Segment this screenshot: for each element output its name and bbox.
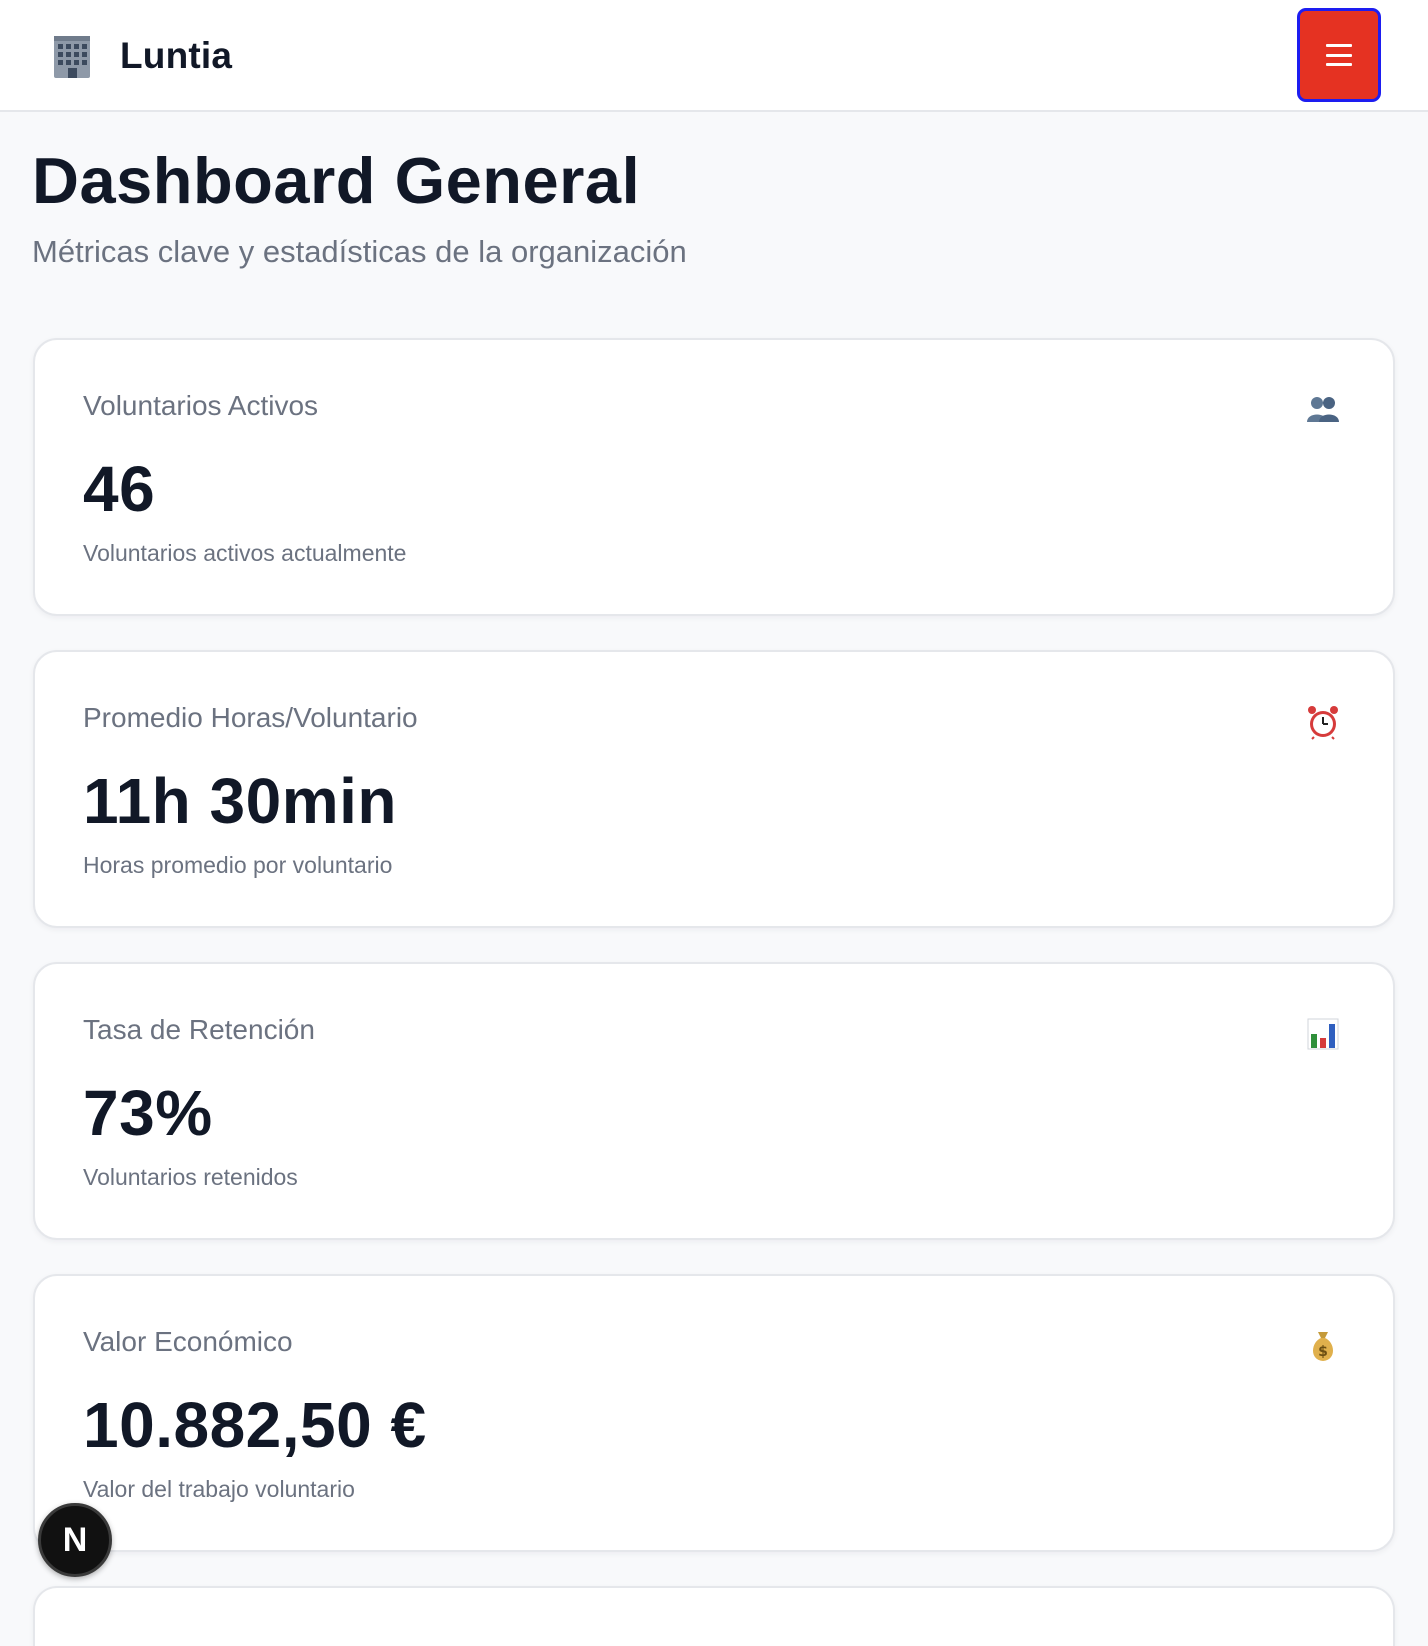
alarm-clock-icon <box>1308 706 1338 740</box>
menu-toggle-button[interactable] <box>1297 8 1381 102</box>
stat-card-partial <box>33 1586 1395 1646</box>
stat-card-economic-value: Valor Económico $ 10.882,50 € Valor del … <box>33 1274 1395 1552</box>
brand[interactable]: Luntia <box>48 30 232 82</box>
stat-card-label: Voluntarios Activos <box>83 390 319 421</box>
stat-card-label: Valor Económico <box>83 1326 293 1357</box>
stat-card-value: 11h 30min <box>83 765 397 837</box>
stat-card-value: 10.882,50 € <box>83 1389 427 1461</box>
hamburger-menu-icon <box>1326 44 1352 66</box>
nextjs-dev-badge[interactable]: N <box>38 1503 112 1577</box>
stat-card-label: Tasa de Retención <box>83 1014 315 1045</box>
money-bag-icon: $ <box>1313 1332 1333 1361</box>
stat-card-description: Voluntarios retenidos <box>83 1164 298 1190</box>
page-subtitle: Métricas clave y estadísticas de la orga… <box>32 234 687 269</box>
stat-card-label: Promedio Horas/Voluntario <box>83 702 418 733</box>
stat-card-active-volunteers: Voluntarios Activos 46 Voluntarios activ… <box>33 338 1395 616</box>
bar-chart-icon <box>1307 1018 1339 1050</box>
stat-card-value: 73% <box>83 1077 213 1149</box>
svg-text:$: $ <box>1318 1344 1328 1360</box>
stat-card-description: Horas promedio por voluntario <box>83 852 393 878</box>
brand-name: Luntia <box>120 35 233 76</box>
stat-card-description: Valor del trabajo voluntario <box>83 1476 355 1502</box>
stat-card-description: Voluntarios activos actualmente <box>83 540 407 566</box>
page-title: Dashboard General <box>32 144 641 217</box>
stat-card-retention-rate: Tasa de Retención 73% Voluntarios reteni… <box>33 962 1395 1240</box>
stat-card-avg-hours: Promedio Horas/Voluntario 11h 30min Hora… <box>33 650 1395 928</box>
top-navbar: Luntia <box>0 0 1428 112</box>
stat-card-value: 46 <box>83 453 156 525</box>
nextjs-logo-icon: N <box>62 1520 88 1559</box>
office-building-icon <box>54 36 90 78</box>
people-icon <box>1307 397 1339 422</box>
